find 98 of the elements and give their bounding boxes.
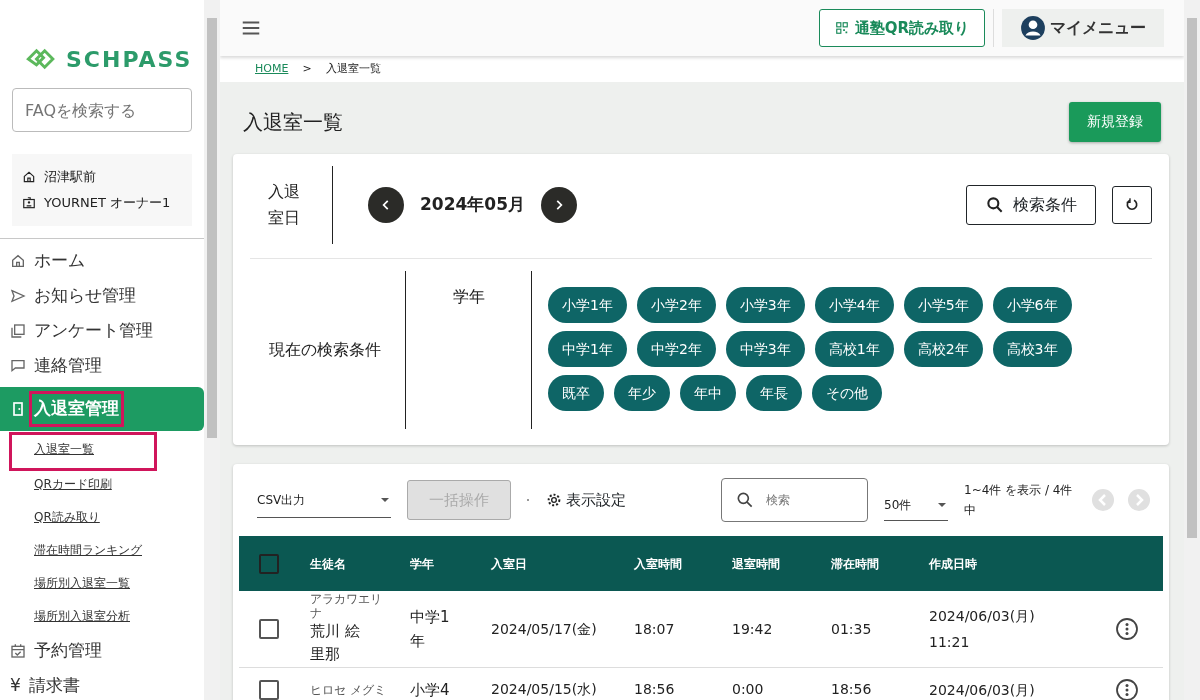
scrollbar-thumb[interactable] <box>207 18 217 438</box>
nav-item[interactable]: お知らせ管理 <box>0 278 204 313</box>
table-cell: 2024/05/17(金) <box>491 620 597 637</box>
table-cell: 18:56 <box>831 681 872 697</box>
grade-chip: 小学5年 <box>903 287 983 323</box>
column-header: 学年 <box>410 555 435 573</box>
search-icon <box>985 195 1005 215</box>
reset-icon <box>1124 197 1140 213</box>
reset-button[interactable] <box>1112 186 1152 224</box>
table-cell: 19:42 <box>732 620 773 637</box>
previous-month-button[interactable] <box>368 187 404 223</box>
csv-export-select[interactable]: CSV出力 <box>257 482 391 518</box>
column-header: 退室時間 <box>732 555 781 573</box>
column-header: 入室日 <box>491 555 528 573</box>
grade-chip: 小学2年 <box>636 287 716 323</box>
yen-icon: ¥ <box>10 672 21 699</box>
month-label: 2024年05月 <box>420 193 525 217</box>
column-header: 作成日時 <box>929 555 978 573</box>
grade-chip: 小学4年 <box>814 287 894 323</box>
submenu-link[interactable]: 場所別入退室一覧 <box>34 567 204 600</box>
calendar-icon <box>10 642 26 659</box>
submenu-link[interactable]: 滞在時間ランキング <box>34 534 204 567</box>
logo-text: SCHPASS <box>66 45 193 74</box>
more-options-icon[interactable] <box>1115 677 1139 700</box>
column-header: 生徒名 <box>310 555 347 573</box>
grade-chip: 年中 <box>680 375 736 411</box>
grade-chip: 高校1年 <box>814 331 894 367</box>
date-label: 入退室日 <box>268 181 301 229</box>
qr-code-icon <box>834 21 849 35</box>
grade-chip: 既卒 <box>548 375 604 411</box>
user-name: YOURNET オーナー1 <box>44 194 171 213</box>
column-header: 入室時間 <box>634 555 683 573</box>
chat-icon <box>10 357 26 374</box>
id-card-icon <box>22 196 36 210</box>
column-header: 滞在時間 <box>831 555 880 573</box>
grade-chip: 中学3年 <box>725 331 805 367</box>
my-menu-button[interactable]: マイメニュー <box>1002 9 1164 47</box>
student-name: 荒川 絵里那 <box>310 621 361 665</box>
nav-item[interactable]: 入退室管理 <box>0 387 204 431</box>
more-options-icon[interactable] <box>1115 617 1139 641</box>
table-cell: 18:56 <box>634 681 675 697</box>
table-cell-text: 2024/06/03(月) <box>929 680 1036 700</box>
search-field[interactable]: 検索 <box>721 478 868 522</box>
row-checkbox[interactable] <box>259 679 279 700</box>
grade-chip: 小学6年 <box>992 287 1072 323</box>
table-cell-text: 2024/06/03(月) 11:21 <box>929 607 1036 652</box>
table-cell: 01:35 <box>831 620 872 637</box>
grade-chip: 年少 <box>614 375 670 411</box>
grade-chip: 高校2年 <box>903 331 983 367</box>
home-icon <box>22 170 36 184</box>
page-title: 入退室一覧 <box>243 109 343 134</box>
table-cell-text: 小学4 <box>410 679 451 700</box>
next-month-button[interactable] <box>541 187 577 223</box>
user-icon <box>1020 15 1046 41</box>
survey-icon <box>10 322 26 339</box>
name-reading: ヒロセ メグミ <box>310 682 387 697</box>
search-icon <box>735 490 755 510</box>
grade-chip: 小学3年 <box>725 287 805 323</box>
home-icon <box>10 252 26 269</box>
grade-chip: 中学1年 <box>548 331 627 367</box>
submenu-link[interactable]: 場所別入退室分析 <box>34 600 204 633</box>
table-cell: 2024/05/15(水) <box>491 681 597 697</box>
table-cell: 18:07 <box>634 620 675 637</box>
nav-item[interactable]: アンケート管理 <box>0 313 204 348</box>
submenu-link[interactable]: QRカード印刷 <box>34 468 204 501</box>
search-conditions-button[interactable]: 検索条件 <box>966 185 1096 225</box>
scrollbar-thumb[interactable] <box>1187 18 1197 538</box>
school-name: 沼津駅前 <box>44 168 96 187</box>
select-all-checkbox[interactable] <box>259 553 279 574</box>
row-checkbox[interactable] <box>259 619 279 639</box>
nav-item[interactable]: ¥ 請求書 <box>0 668 204 700</box>
current-conditions-label: 現在の検索条件 <box>269 339 381 361</box>
nav-item[interactable]: 予約管理 <box>0 633 204 668</box>
search-field[interactable]: FAQを検索する <box>12 88 192 132</box>
new-button[interactable]: 新規登録 <box>1069 101 1161 142</box>
gear-icon <box>546 492 562 508</box>
grade-chip: 中学2年 <box>636 331 716 367</box>
breadcrumb-separator: > <box>302 60 312 77</box>
per-page-select[interactable]: 50件 <box>884 489 948 521</box>
send-icon <box>10 287 26 304</box>
breadcrumb-link[interactable]: HOME <box>255 60 289 78</box>
grade-chip: 高校3年 <box>992 331 1072 367</box>
result-count: 1~4件 を表示 / 4件中 <box>964 482 1074 519</box>
name-reading: アラカワエリナ <box>310 592 383 620</box>
submenu-link[interactable]: 入退室一覧 <box>12 435 154 468</box>
table-cell-text: 中学1年 <box>410 607 451 652</box>
grade-chip: 年長 <box>746 375 802 411</box>
qr-read-button[interactable]: 通塾QR読み取り <box>818 9 985 47</box>
display-settings-button[interactable]: 表示設定 <box>545 487 627 513</box>
grade-chip: その他 <box>812 375 882 411</box>
grade-chip: 小学1年 <box>548 287 627 323</box>
nav-item[interactable]: ホーム <box>0 243 204 278</box>
breadcrumb-current: 入退室一覧 <box>325 60 381 77</box>
nav-item[interactable]: 連絡管理 <box>0 348 204 383</box>
grade-label: 学年 <box>452 287 485 306</box>
submenu-link[interactable]: QR読み取り <box>34 501 204 534</box>
door-icon <box>10 401 26 417</box>
table-cell: 0:00 <box>732 681 764 697</box>
